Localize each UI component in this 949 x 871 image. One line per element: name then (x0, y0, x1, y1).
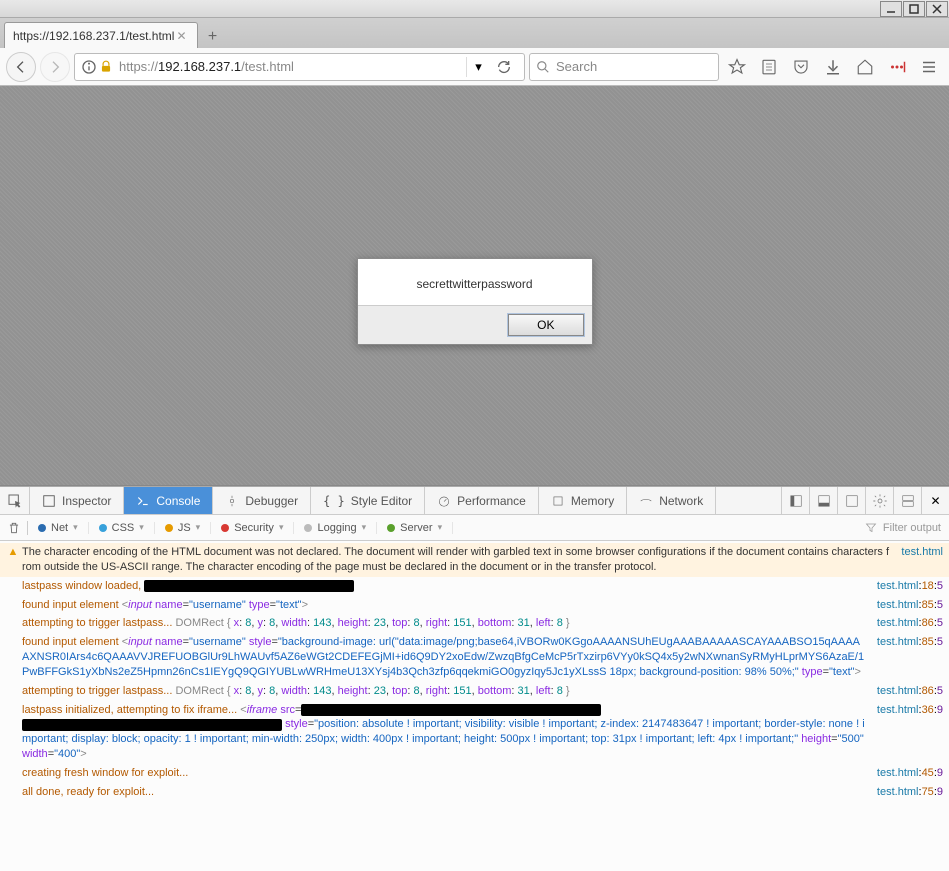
tab-console[interactable]: Console (124, 487, 213, 514)
home-icon[interactable] (851, 53, 879, 81)
filter-net[interactable]: Net▾ (28, 522, 89, 534)
forward-button[interactable] (40, 52, 70, 82)
toggle-split-icon[interactable] (893, 487, 921, 514)
search-icon (536, 60, 550, 74)
filter-logging[interactable]: Logging▾ (294, 522, 377, 534)
bookmark-star-icon[interactable] (723, 53, 751, 81)
filter-js[interactable]: JS▾ (155, 522, 211, 534)
filter-server[interactable]: Server▾ (377, 522, 453, 534)
dock-window-icon[interactable] (837, 487, 865, 514)
console-row: creating fresh window for exploit...test… (0, 764, 949, 783)
maximize-button[interactable] (903, 1, 925, 17)
console-row: attempting to trigger lastpass... DOMRec… (0, 682, 949, 701)
console-output[interactable]: ▲The character encoding of the HTML docu… (0, 541, 949, 871)
menu-icon[interactable] (915, 53, 943, 81)
tab-inspector[interactable]: Inspector (30, 487, 124, 514)
window-controls (0, 0, 949, 18)
tab-memory[interactable]: Memory (539, 487, 627, 514)
tab-performance[interactable]: Performance (425, 487, 539, 514)
tab-strip: https://192.168.237.1/test.html ✕ + (0, 18, 949, 48)
tab-network[interactable]: Network (627, 487, 716, 514)
url-bar[interactable]: https://192.168.237.1/test.html ▾ (74, 53, 525, 81)
clear-console-icon[interactable] (0, 521, 28, 535)
console-row: found input element <input name="usernam… (0, 596, 949, 615)
url-dropdown-icon[interactable]: ▾ (466, 57, 490, 77)
pocket-icon[interactable] (787, 53, 815, 81)
console-row: lastpass window loaded, test.html:18:5 (0, 577, 949, 596)
url-text: https://192.168.237.1/test.html (119, 59, 466, 74)
reader-icon[interactable] (755, 53, 783, 81)
info-icon (81, 59, 97, 75)
tab-style-editor[interactable]: { }Style Editor (311, 487, 425, 514)
tab-debugger[interactable]: Debugger (213, 487, 311, 514)
alert-message: secrettwitterpassword (358, 259, 592, 305)
console-row: ▲The character encoding of the HTML docu… (0, 543, 949, 577)
search-bar[interactable]: Search (529, 53, 719, 81)
devtools-close-icon[interactable]: ✕ (921, 487, 949, 514)
tab-close-icon[interactable]: ✕ (174, 29, 188, 43)
lastpass-icon[interactable] (883, 53, 911, 81)
close-window-button[interactable] (926, 1, 948, 17)
console-row: lastpass initialized, attempting to fix … (0, 701, 949, 764)
alert-ok-button[interactable]: OK (508, 314, 583, 336)
filter-security[interactable]: Security▾ (211, 522, 294, 534)
search-placeholder: Search (556, 59, 597, 74)
devtools-panel: Inspector Console Debugger { }Style Edit… (0, 486, 949, 871)
console-row: all done, ready for exploit...test.html:… (0, 783, 949, 802)
console-row: found input element <input name="usernam… (0, 633, 949, 682)
console-row: attempting to trigger lastpass... DOMRec… (0, 614, 949, 633)
settings-icon[interactable] (865, 487, 893, 514)
dock-bottom-icon[interactable] (809, 487, 837, 514)
new-tab-button[interactable]: + (200, 26, 226, 48)
back-button[interactable] (6, 52, 36, 82)
dock-side-icon[interactable] (781, 487, 809, 514)
browser-tab[interactable]: https://192.168.237.1/test.html ✕ (4, 22, 198, 48)
funnel-icon (865, 522, 877, 534)
lock-warning-icon (99, 60, 113, 74)
filter-css[interactable]: CSS▾ (89, 522, 155, 534)
devtools-tabs: Inspector Console Debugger { }Style Edit… (0, 487, 949, 515)
page-viewport: secrettwitterpassword OK (0, 86, 949, 486)
element-picker-icon[interactable] (0, 487, 30, 514)
filter-output[interactable]: Filter output (857, 522, 949, 534)
tab-title: https://192.168.237.1/test.html (13, 29, 174, 43)
alert-dialog: secrettwitterpassword OK (357, 258, 593, 345)
alert-footer: OK (358, 305, 592, 344)
console-filters: Net▾ CSS▾ JS▾ Security▾ Logging▾ Server▾… (0, 515, 949, 541)
minimize-button[interactable] (880, 1, 902, 17)
nav-toolbar: https://192.168.237.1/test.html ▾ Search (0, 48, 949, 86)
identity-block[interactable] (81, 59, 113, 75)
downloads-icon[interactable] (819, 53, 847, 81)
reload-button[interactable] (490, 59, 518, 75)
